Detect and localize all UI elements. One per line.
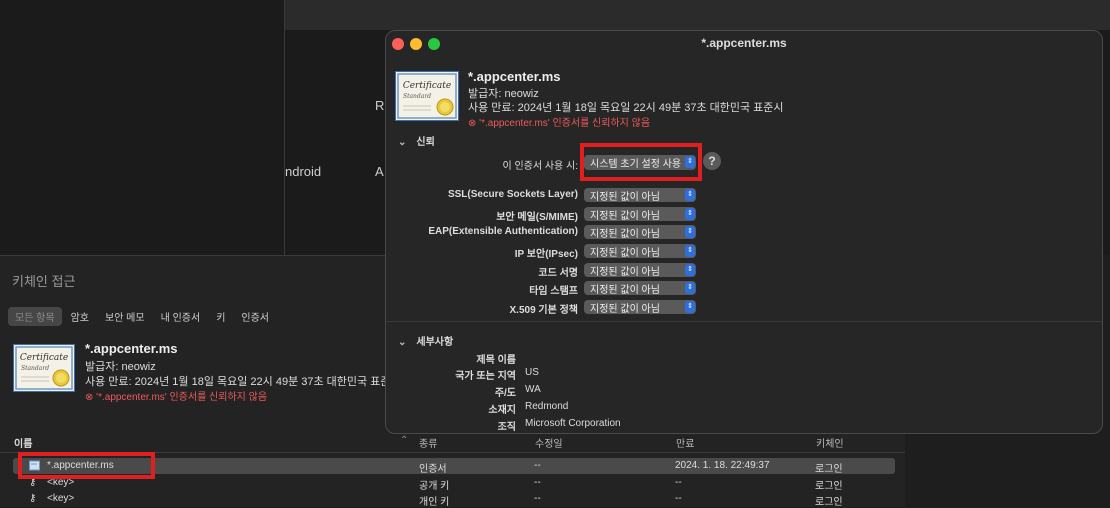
tab-certificates[interactable]: 인증서 xyxy=(234,307,276,326)
svg-text:Certificate: Certificate xyxy=(20,353,68,363)
policy-value: 지정된 값이 아님 xyxy=(590,192,660,203)
subject-name-label: 제목 이름 xyxy=(476,355,516,366)
certificate-window: *.appcenter.ms Certificate Standard *.ap… xyxy=(385,30,1103,434)
detail-value-locality: Redmond xyxy=(525,401,569,412)
tab-keys[interactable]: 키 xyxy=(209,307,232,326)
certificate-icon: Certificate Standard xyxy=(395,71,459,124)
highlight-box-row xyxy=(18,452,155,479)
highlight-box-trust-select xyxy=(580,143,702,181)
detail-label-state: 주/도 xyxy=(494,388,516,399)
chevron-down-icon: ⌄ xyxy=(398,137,407,148)
help-button[interactable]: ? xyxy=(703,152,721,170)
policy-select-x509[interactable]: 지정된 값이 아님 ⇕ xyxy=(584,300,696,315)
cert-warning-text: '*.appcenter.ms' 인증서를 신뢰하지 않음 xyxy=(479,118,651,129)
background-toolbar xyxy=(285,0,1110,30)
sort-chevron-icon[interactable]: ⌃ xyxy=(400,435,408,446)
svg-text:Standard: Standard xyxy=(21,365,49,372)
row-kind: 공개 키 xyxy=(419,481,450,492)
keychain-cert-issuer: 발급자: neowiz xyxy=(85,361,156,373)
policy-select-code-signing[interactable]: 지정된 값이 아님 ⇕ xyxy=(584,263,696,278)
chevron-updown-icon: ⇕ xyxy=(685,226,695,238)
detail-label-country: 국가 또는 지역 xyxy=(455,371,516,382)
tab-passwords[interactable]: 암호 xyxy=(64,307,96,326)
details-section-label: 세부사항 xyxy=(416,337,454,348)
table-row[interactable]: ⚷ <key> 개인 키 -- -- 로그인 xyxy=(13,491,895,508)
row-expires: -- xyxy=(675,477,682,488)
tab-my-certificates[interactable]: 내 인증서 xyxy=(154,307,208,326)
policy-select-ssl[interactable]: 지정된 값이 아님 ⇕ xyxy=(584,188,696,203)
when-using-label: 이 인증서 사용 시: xyxy=(502,161,578,172)
keychain-title: 키체인 접근 xyxy=(12,274,76,289)
column-kind[interactable]: 종류 xyxy=(419,435,437,450)
policy-label-timestamp: 타임 스탬프 xyxy=(529,286,578,297)
row-expires: -- xyxy=(675,493,682,504)
detail-value-organization: Microsoft Corporation xyxy=(525,418,621,429)
background-text-a: A xyxy=(375,164,384,179)
policy-value: 지정된 값이 아님 xyxy=(590,211,660,222)
details-section-toggle[interactable]: ⌄ 세부사항 xyxy=(398,333,453,348)
policy-select-ipsec[interactable]: 지정된 값이 아님 ⇕ xyxy=(584,244,696,259)
certificate-icon: Certificate Standard xyxy=(13,344,75,395)
column-modified[interactable]: 수정일 xyxy=(535,435,563,450)
cert-name: *.appcenter.ms xyxy=(468,69,561,84)
policy-label-code-signing: 코드 서명 xyxy=(538,268,578,279)
detail-value-country: US xyxy=(525,367,539,378)
row-modified: -- xyxy=(534,493,541,504)
cert-expiry: 사용 만료: 2024년 1월 18일 목요일 22시 49분 37초 대한민국… xyxy=(468,102,784,114)
tab-all-items[interactable]: 모든 항목 xyxy=(8,307,62,326)
background-text-android: ndroid xyxy=(285,164,322,179)
chevron-down-icon: ⌄ xyxy=(398,337,407,348)
detail-value-state: WA xyxy=(525,384,541,395)
error-icon: ⊗ xyxy=(468,118,477,129)
section-divider xyxy=(386,321,1102,322)
svg-text:Certificate: Certificate xyxy=(403,81,451,91)
row-keychain: 로그인 xyxy=(815,481,843,492)
svg-text:Standard: Standard xyxy=(403,93,431,100)
column-expires[interactable]: 만료 xyxy=(676,435,694,450)
background-text-r: R xyxy=(375,98,385,113)
keychain-cert-expiry: 사용 만료: 2024년 1월 18일 목요일 22시 49분 37초 대한민국… xyxy=(85,376,401,388)
policy-select-eap[interactable]: 지정된 값이 아님 ⇕ xyxy=(584,225,696,240)
detail-label-organization: 조직 xyxy=(497,422,516,433)
cert-warning: ⊗ '*.appcenter.ms' 인증서를 신뢰하지 않음 xyxy=(468,114,650,129)
row-modified: -- xyxy=(534,460,541,471)
background-divider xyxy=(284,0,285,255)
chevron-updown-icon: ⇕ xyxy=(685,189,695,201)
row-name: <key> xyxy=(47,493,75,504)
tab-secure-notes[interactable]: 보안 메모 xyxy=(98,307,152,326)
row-keychain: 로그인 xyxy=(815,464,843,475)
policy-label-smime: 보안 메일(S/MIME) xyxy=(496,212,578,223)
policy-select-smime[interactable]: 지정된 값이 아님 ⇕ xyxy=(584,207,696,222)
policy-value: 지정된 값이 아님 xyxy=(590,248,660,259)
chevron-updown-icon: ⇕ xyxy=(685,301,695,313)
row-modified: -- xyxy=(534,477,541,488)
policy-value: 지정된 값이 아님 xyxy=(590,304,660,315)
trust-section-label: 신뢰 xyxy=(416,137,435,148)
policy-label-x509: X.509 기본 정책 xyxy=(509,305,579,316)
policy-label-eap: EAP(Extensible Authentication) xyxy=(428,226,578,237)
keychain-cert-name: *.appcenter.ms xyxy=(85,341,178,356)
policy-select-timestamp[interactable]: 지정된 값이 아님 ⇕ xyxy=(584,281,696,296)
trust-section-toggle[interactable]: ⌄ 신뢰 xyxy=(398,133,435,148)
keychain-cert-warning-text: '*.appcenter.ms' 인증서를 신뢰하지 않음 xyxy=(96,392,268,403)
key-icon: ⚷ xyxy=(29,493,37,504)
chevron-updown-icon: ⇕ xyxy=(685,208,695,220)
policy-value: 지정된 값이 아님 xyxy=(590,285,660,296)
error-icon: ⊗ xyxy=(85,392,94,403)
window-title: *.appcenter.ms xyxy=(701,36,787,50)
policy-label-ipsec: IP 보안(IPsec) xyxy=(514,249,578,260)
column-name[interactable]: 이름 xyxy=(14,435,32,450)
policy-label-ssl: SSL(Secure Sockets Layer) xyxy=(447,189,578,200)
chevron-updown-icon: ⇕ xyxy=(685,245,695,257)
keychain-cert-warning: ⊗ '*.appcenter.ms' 인증서를 신뢰하지 않음 xyxy=(85,388,267,403)
row-kind: 인증서 xyxy=(419,464,447,475)
policy-value: 지정된 값이 아님 xyxy=(590,229,660,240)
policy-value: 지정된 값이 아님 xyxy=(590,267,660,278)
chevron-updown-icon: ⇕ xyxy=(685,282,695,294)
keychain-category-tabs: 모든 항목 암호 보안 메모 내 인증서 키 인증서 xyxy=(8,307,278,326)
chevron-updown-icon: ⇕ xyxy=(685,264,695,276)
detail-label-locality: 소재지 xyxy=(488,405,516,416)
column-keychain[interactable]: 키체인 xyxy=(816,435,844,450)
row-expires: 2024. 1. 18. 22:49:37 xyxy=(675,460,770,471)
